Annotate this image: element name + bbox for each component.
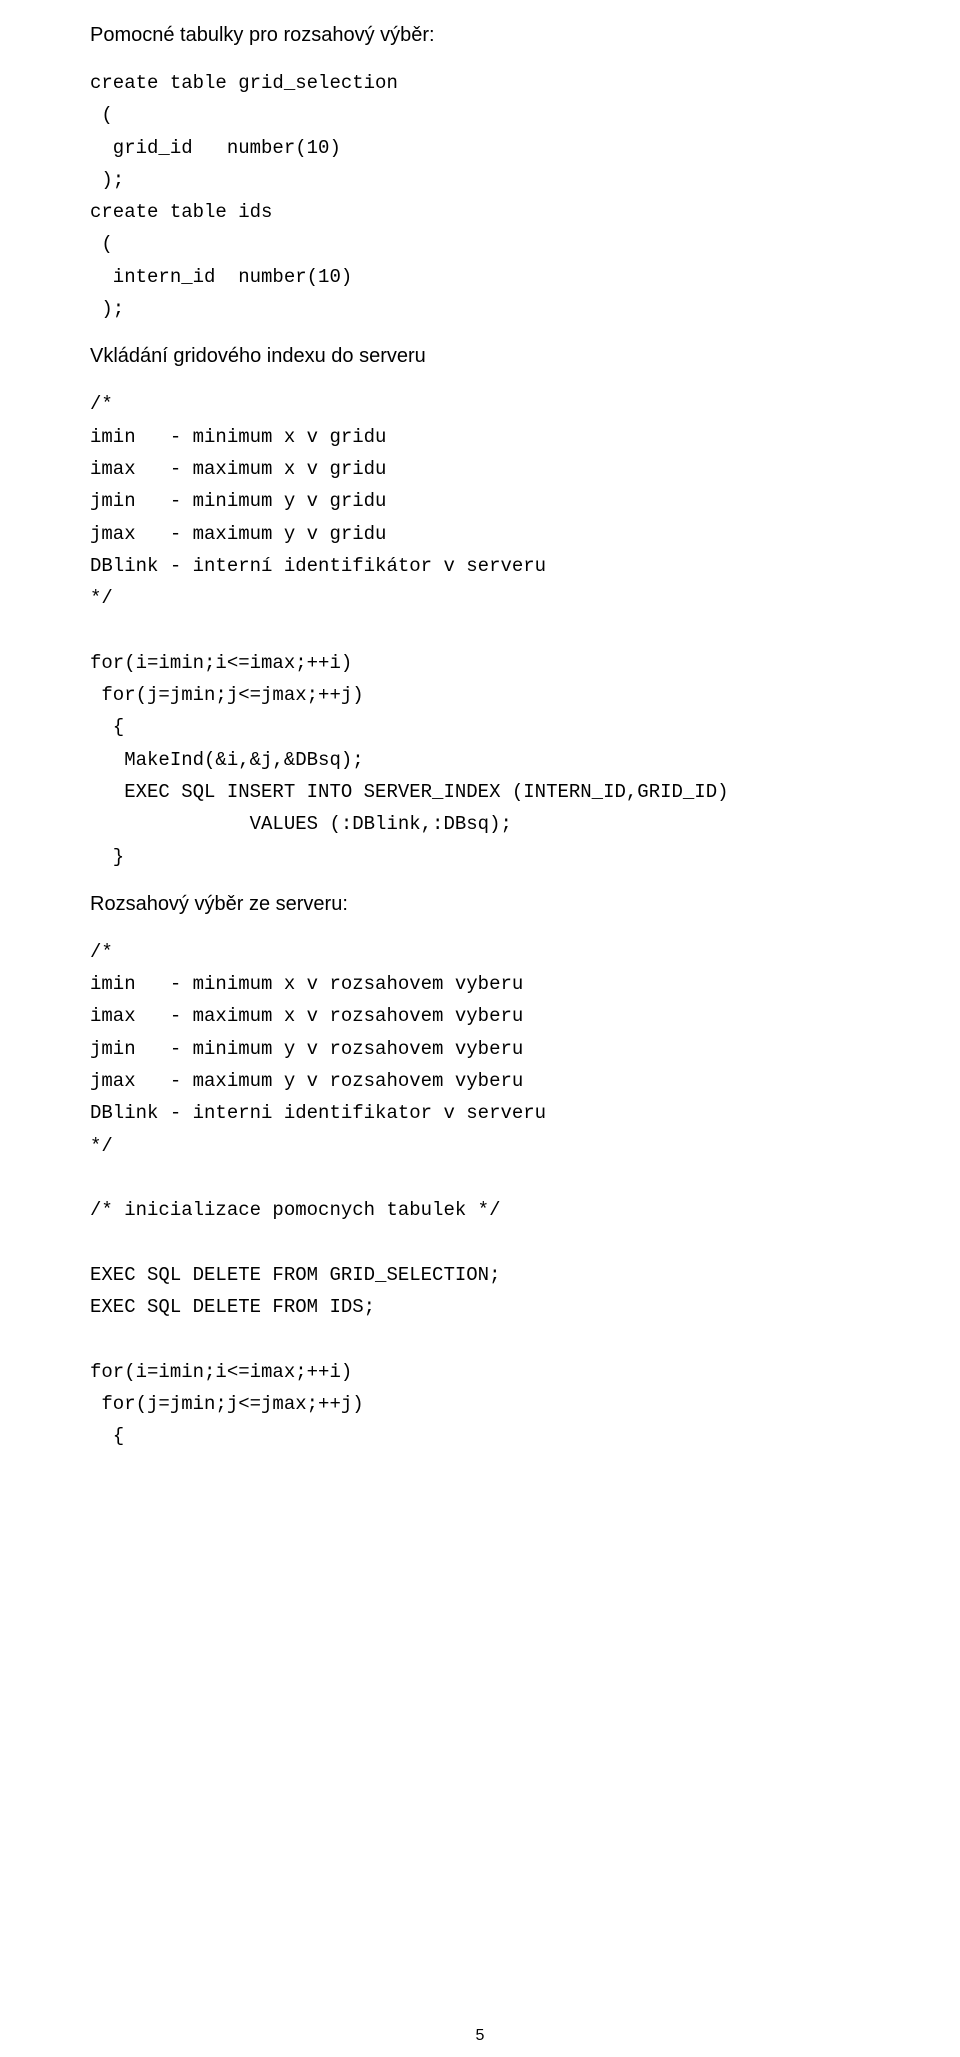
- heading-range-select: Rozsahový výběr ze serveru:: [90, 893, 870, 916]
- page-number: 5: [0, 2027, 960, 2045]
- heading-helper-tables: Pomocné tabulky pro rozsahový výběr:: [90, 24, 870, 47]
- heading-insert-grid-index: Vkládání gridového indexu do serveru: [90, 345, 870, 368]
- page-content: Pomocné tabulky pro rozsahový výběr: cre…: [0, 0, 960, 1507]
- code-block-insert: /* imin - minimum x v gridu imax - maxim…: [90, 388, 870, 872]
- code-block-range-select: /* imin - minimum x v rozsahovem vyberu …: [90, 936, 870, 1453]
- code-block-create-tables: create table grid_selection ( grid_id nu…: [90, 67, 870, 325]
